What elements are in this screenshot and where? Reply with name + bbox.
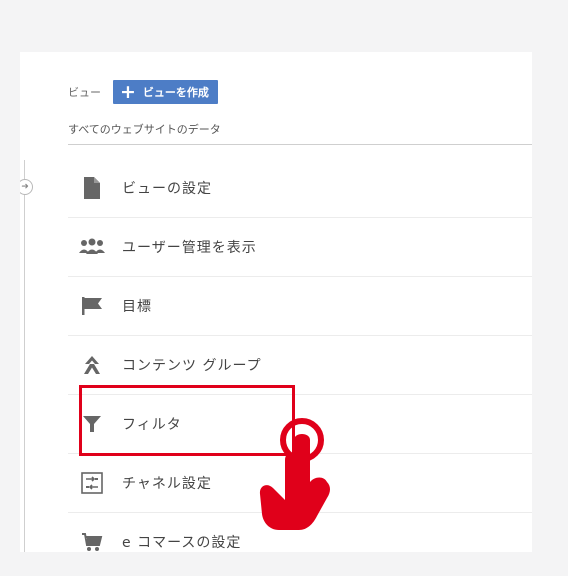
document-icon	[78, 177, 106, 199]
menu-item-label: ビューの設定	[122, 181, 212, 197]
column-divider	[24, 160, 25, 552]
pointing-hand-icon	[255, 416, 337, 544]
menu-item-user-management[interactable]: ユーザー管理を表示	[68, 218, 532, 277]
plus-icon: +	[120, 80, 136, 103]
menu-item-view-settings[interactable]: ビューの設定	[68, 159, 532, 218]
content-group-icon	[78, 355, 106, 375]
menu-item-label: e コマースの設定	[122, 535, 242, 551]
menu-item-label: 目標	[122, 299, 152, 315]
view-header: ビュー + ビューを作成	[68, 80, 218, 104]
menu-item-label: コンテンツ グループ	[122, 358, 262, 374]
create-view-button[interactable]: + ビューを作成	[113, 80, 218, 104]
view-label: ビュー	[68, 86, 101, 99]
menu-item-goals[interactable]: 目標	[68, 277, 532, 336]
menu-item-label: ユーザー管理を表示	[122, 240, 257, 256]
menu-item-label: チャネル設定	[122, 476, 212, 492]
header-divider	[68, 144, 532, 145]
screen: ビュー + ビューを作成 すべてのウェブサイトのデータ ➜ ビューの設定 ユーザ…	[0, 0, 568, 576]
create-view-button-label: ビューを作成	[142, 86, 209, 99]
view-selector[interactable]: すべてのウェブサイトのデータ	[68, 121, 221, 137]
cart-icon	[78, 532, 106, 552]
arrow-right-icon[interactable]: ➜	[20, 179, 33, 195]
flag-icon	[78, 296, 106, 316]
channel-settings-icon	[78, 472, 106, 494]
users-icon	[78, 238, 106, 256]
